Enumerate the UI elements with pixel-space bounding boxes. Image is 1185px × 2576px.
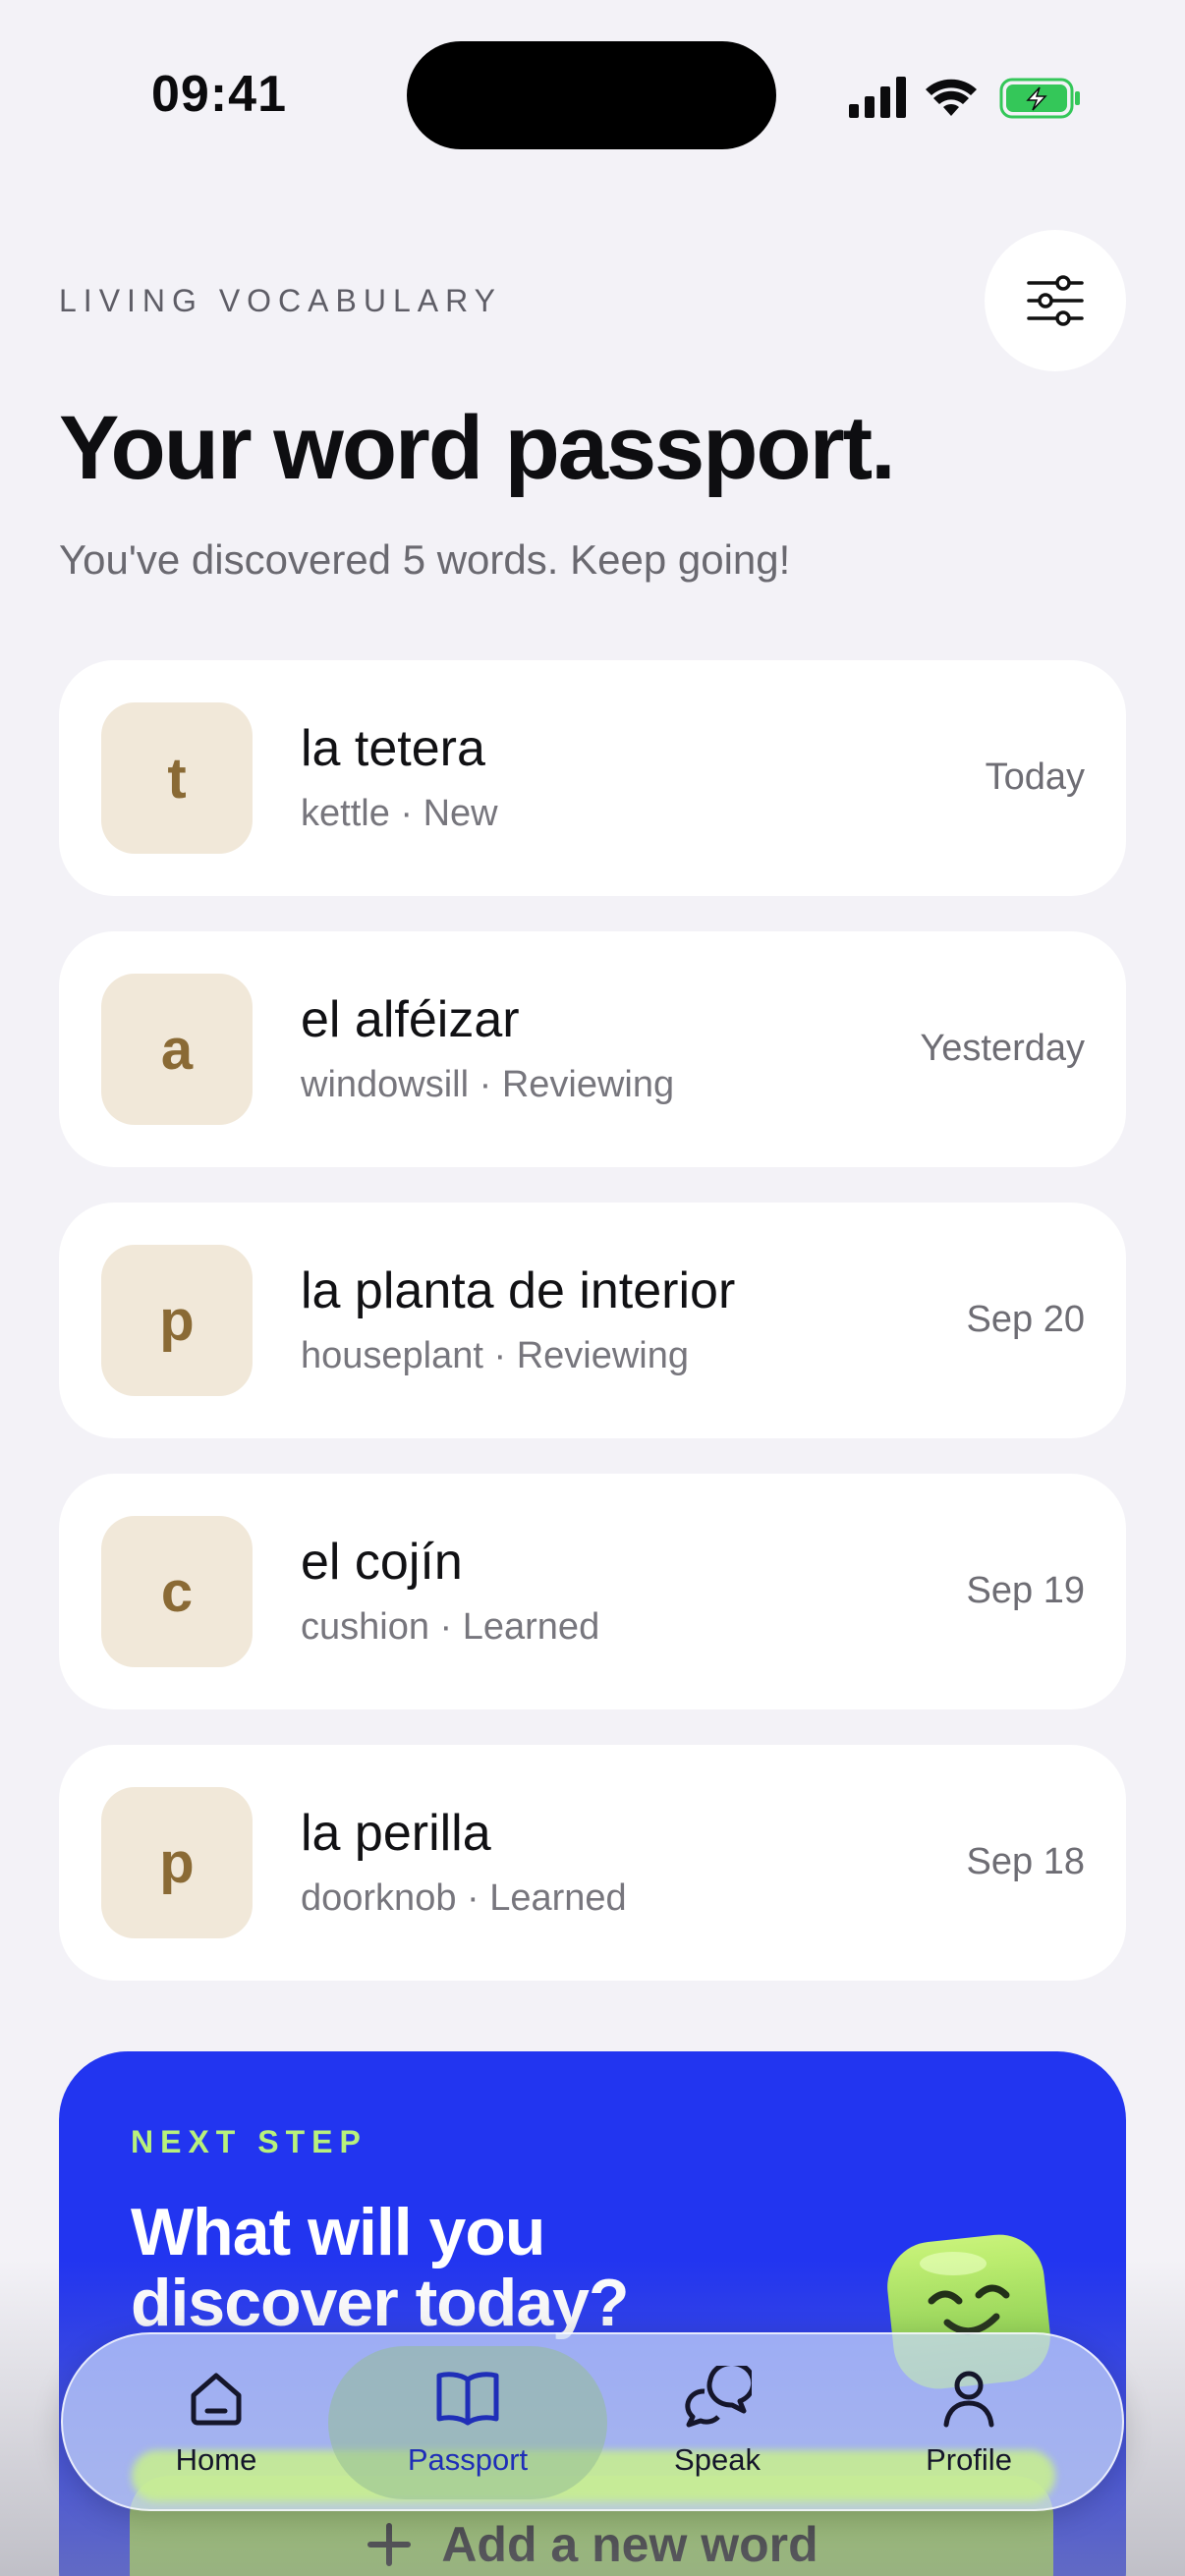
battery-icon bbox=[999, 78, 1080, 119]
word-card[interactable]: a el alféizar windowsill · Reviewing Yes… bbox=[59, 931, 1126, 1167]
word-card[interactable]: p la planta de interior houseplant · Rev… bbox=[59, 1203, 1126, 1438]
word-date: Today bbox=[985, 756, 1085, 798]
word-meta: kettle · New bbox=[301, 793, 498, 834]
page-subtitle: You've discovered 5 words. Keep going! bbox=[59, 536, 791, 583]
word-term: el alféizar bbox=[301, 991, 520, 1048]
word-meta: houseplant · Reviewing bbox=[301, 1335, 690, 1376]
person-icon bbox=[943, 2371, 994, 2428]
wifi-icon bbox=[926, 79, 977, 116]
promo-title: What will you discover today? bbox=[131, 2195, 630, 2340]
word-date: Sep 18 bbox=[966, 1841, 1085, 1882]
word-term: la tetera bbox=[301, 720, 485, 777]
home-icon bbox=[191, 2373, 242, 2426]
tab-bar: Home Passport Speak Profile bbox=[61, 2332, 1124, 2511]
filter-button[interactable] bbox=[985, 230, 1126, 371]
promo-eyebrow: NEXT STEP bbox=[131, 2124, 367, 2159]
sliders-icon bbox=[1027, 275, 1084, 326]
word-card[interactable]: c el cojín cushion · Learned Sep 19 bbox=[59, 1474, 1126, 1709]
tab-label: Home bbox=[175, 2442, 257, 2477]
tab-label: Passport bbox=[407, 2442, 529, 2477]
letter-tile: a bbox=[101, 974, 253, 1125]
add-word-label: Add a new word bbox=[441, 2517, 818, 2572]
word-meta: doorknob · Learned bbox=[301, 1877, 627, 1919]
system-icons bbox=[847, 71, 1083, 124]
tab-passport[interactable]: Passport bbox=[360, 2354, 576, 2501]
status-time: 09:41 bbox=[151, 66, 287, 123]
word-date: Sep 20 bbox=[966, 1299, 1085, 1340]
plus-icon bbox=[367, 2523, 412, 2566]
tab-label: Profile bbox=[926, 2442, 1012, 2477]
letter-tile: p bbox=[101, 1787, 253, 1938]
word-term: la planta de interior bbox=[301, 1262, 736, 1319]
tab-label: Speak bbox=[674, 2442, 761, 2477]
word-meta: windowsill · Reviewing bbox=[301, 1064, 675, 1105]
word-card[interactable]: p la perilla doorknob · Learned Sep 18 bbox=[59, 1745, 1126, 1981]
word-meta: cushion · Learned bbox=[301, 1606, 600, 1648]
page-title: Your word passport. bbox=[59, 398, 896, 498]
tab-profile[interactable]: Profile bbox=[861, 2354, 1077, 2501]
signal-icon bbox=[849, 77, 906, 118]
chat-bubbles-icon bbox=[685, 2366, 752, 2428]
word-term: el cojín bbox=[301, 1534, 463, 1591]
tab-home[interactable]: Home bbox=[108, 2354, 324, 2501]
word-date: Yesterday bbox=[920, 1028, 1085, 1069]
word-card[interactable]: t la tetera kettle · New Today bbox=[59, 660, 1126, 896]
status-bar: 09:41 bbox=[0, 0, 1185, 187]
word-term: la perilla bbox=[301, 1805, 491, 1862]
section-eyebrow: LIVING VOCABULARY bbox=[59, 283, 502, 318]
book-icon bbox=[436, 2372, 499, 2426]
word-date: Sep 19 bbox=[966, 1570, 1085, 1611]
letter-tile: p bbox=[101, 1245, 253, 1396]
letter-tile: c bbox=[101, 1516, 253, 1667]
tab-speak[interactable]: Speak bbox=[609, 2354, 825, 2501]
dynamic-island bbox=[407, 41, 776, 149]
letter-tile: t bbox=[101, 702, 253, 854]
